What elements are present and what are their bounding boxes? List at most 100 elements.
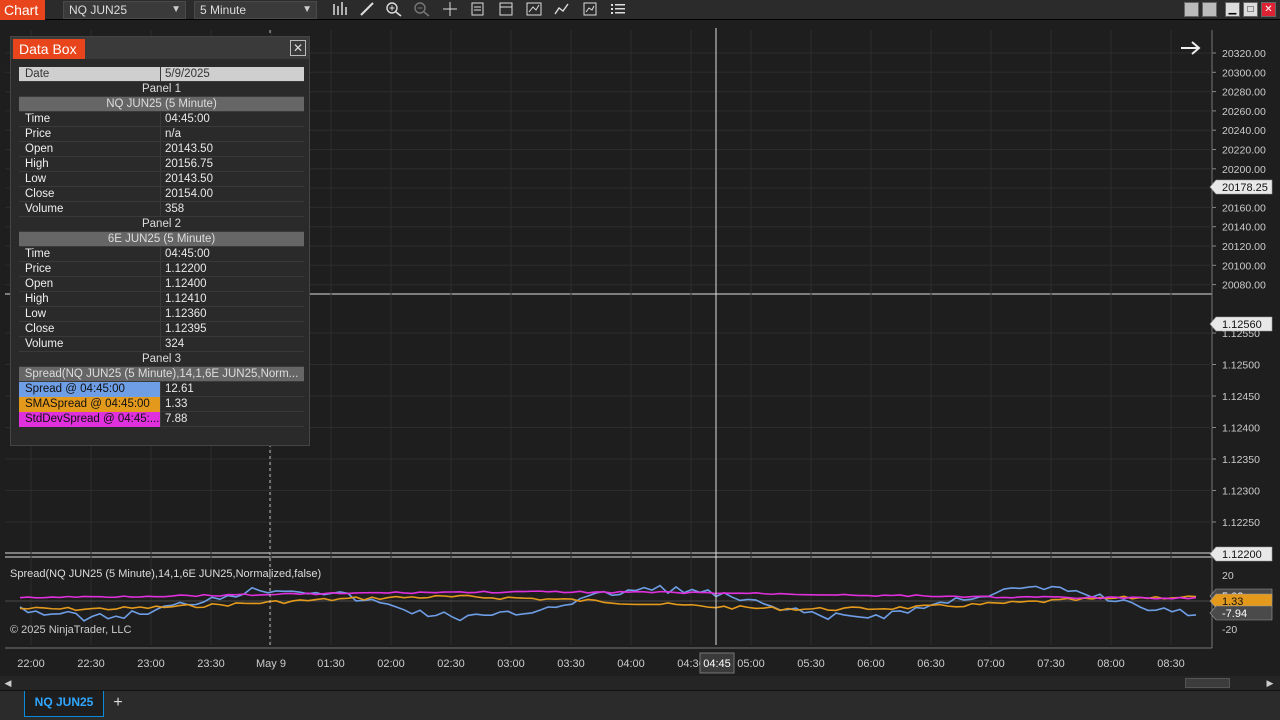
draw-tool-icon[interactable] xyxy=(357,1,377,19)
time-tick-label: 08:00 xyxy=(1097,658,1125,670)
close-icon[interactable]: ✕ xyxy=(290,40,306,56)
chart-window: Chart NQ JUN25 ▼ 5 Minute ▼ ▁ □ ✕ 22:00 22:… xyxy=(0,0,1280,720)
time-tick-label: 02:00 xyxy=(377,658,405,670)
data-row-value: 20154.00 xyxy=(165,188,213,200)
more-icon[interactable] xyxy=(608,1,628,19)
close-icon[interactable]: ✕ xyxy=(1261,2,1276,17)
indicator-label: Spread(NQ JUN25 (5 Minute),14,1,6E JUN25… xyxy=(10,568,321,580)
data-box-header[interactable]: Data Box ✕ xyxy=(11,37,309,59)
date-row: Date 5/9/2025 xyxy=(19,67,304,82)
interval-selector[interactable]: 5 Minute ▼ xyxy=(194,1,317,19)
price-tick-label: 20200.00 xyxy=(1222,164,1266,176)
data-row-value: 20143.50 xyxy=(165,143,213,155)
instrument-heading: NQ JUN25 (5 Minute) xyxy=(19,97,304,112)
data-row-label: Time xyxy=(19,247,161,262)
data-row-label: Volume xyxy=(19,202,161,217)
data-row-value: 20156.75 xyxy=(165,158,213,170)
data-row: Price n/a xyxy=(19,127,304,142)
restore-icon[interactable] xyxy=(1184,2,1199,17)
indicator-row-value: 1.33 xyxy=(165,398,188,410)
time-tick-label: 01:30 xyxy=(317,658,345,670)
data-row-value: 04:45:00 xyxy=(165,113,210,125)
properties-icon[interactable] xyxy=(468,1,488,19)
data-row-value: 1.12360 xyxy=(165,308,207,320)
instrument-heading: 6E JUN25 (5 Minute) xyxy=(19,232,304,247)
data-row-label: Close xyxy=(19,187,161,202)
bar-style-icon[interactable] xyxy=(330,1,350,19)
data-box-title: Data Box xyxy=(13,39,85,59)
scroll-thumb[interactable] xyxy=(1185,678,1230,688)
panel-heading: Panel 3 xyxy=(19,352,304,367)
horizontal-scrollbar[interactable]: ◀ ▶ xyxy=(0,676,1280,690)
instrument-value: NQ JUN25 xyxy=(69,3,128,17)
price-tick-label: 1.12500 xyxy=(1222,360,1260,372)
data-series-icon[interactable] xyxy=(580,1,600,19)
price-tick-label: 1.12350 xyxy=(1222,454,1260,466)
time-tick-label: 08:30 xyxy=(1157,658,1185,670)
time-tick-label: 07:30 xyxy=(1037,658,1065,670)
price-tick-label: 1.12450 xyxy=(1222,391,1260,403)
data-row-label: Close xyxy=(19,322,161,337)
chevron-down-icon: ▼ xyxy=(171,4,181,15)
time-tick-label: 02:30 xyxy=(437,658,465,670)
price-tick-label: 1.12300 xyxy=(1222,486,1260,498)
time-tick-label: May 9 xyxy=(256,658,286,670)
interval-value: 5 Minute xyxy=(200,3,247,17)
minimize-icon[interactable]: ▁ xyxy=(1225,2,1240,17)
date-row-label: Date xyxy=(19,67,161,82)
indicator-panel[interactable]: Spread(NQ JUN25 (5 Minute),14,1,6E JUN25… xyxy=(10,568,1197,636)
add-tab-button[interactable]: + xyxy=(110,693,126,713)
zoom-in-icon[interactable] xyxy=(384,1,404,19)
data-row-value: 04:45:00 xyxy=(165,248,210,260)
tab-nq-jun25[interactable]: NQ JUN25 xyxy=(24,691,104,717)
data-row: Open 20143.50 xyxy=(19,142,304,157)
strategies-icon[interactable] xyxy=(524,1,544,19)
indicators-icon[interactable] xyxy=(552,1,572,19)
indicator-row-label: StdDevSpread @ 04:45:... xyxy=(19,412,161,427)
data-row: High 20156.75 xyxy=(19,157,304,172)
data-box-window[interactable]: Data Box ✕ Date 5/9/2025 Panel 1 NQ JUN25 (… xyxy=(10,36,310,446)
templates-icon[interactable] xyxy=(496,1,516,19)
zoom-out-icon[interactable] xyxy=(412,1,432,19)
time-tick-label: 23:00 xyxy=(137,658,165,670)
indicator-row: SMASpread @ 04:45:00 1.33 xyxy=(19,397,304,412)
price-tick-label: 20120.00 xyxy=(1222,241,1266,253)
time-tick-label: 22:00 xyxy=(17,658,45,670)
crosshair-icon[interactable] xyxy=(440,1,460,19)
maximize-alt-icon[interactable] xyxy=(1202,2,1217,17)
time-tick-label: 05:30 xyxy=(797,658,825,670)
data-row-label: Open xyxy=(19,142,161,157)
stddev-spread-line xyxy=(19,590,1197,600)
indicator-row-value: 12.61 xyxy=(165,383,194,395)
maximize-icon[interactable]: □ xyxy=(1243,2,1258,17)
data-row: Low 1.12360 xyxy=(19,307,304,322)
data-row-value: 1.12395 xyxy=(165,323,207,335)
data-row-value: 324 xyxy=(165,338,185,350)
data-row-label: High xyxy=(19,157,161,172)
time-tick-label: 03:00 xyxy=(497,658,525,670)
data-row-value: 1.12410 xyxy=(165,293,207,305)
data-row: Time 04:45:00 xyxy=(19,112,304,127)
price-tick-label: 20220.00 xyxy=(1222,145,1266,157)
data-row-value: 1.12200 xyxy=(165,263,207,275)
data-row-label: High xyxy=(19,292,161,307)
indicator-row-label: SMASpread @ 04:45:00 xyxy=(19,397,161,412)
data-row: Time 04:45:00 xyxy=(19,247,304,262)
price-tick-label: 20280.00 xyxy=(1222,87,1266,99)
instrument-heading: Spread(NQ JUN25 (5 Minute),14,1,6E JUN25… xyxy=(19,367,304,382)
app-title: Chart xyxy=(0,0,45,20)
indicator-row-value: 7.88 xyxy=(165,413,188,425)
price-tick-label: 20260.00 xyxy=(1222,106,1266,118)
data-row-label: Low xyxy=(19,307,161,322)
scroll-right-icon[interactable]: ▶ xyxy=(1264,676,1276,690)
chart-overlay: 04:4520178.251.125601.122005.031.33-7.94 xyxy=(269,28,1273,674)
arrow-right-icon[interactable] xyxy=(1181,41,1201,55)
instrument-selector[interactable]: NQ JUN25 ▼ xyxy=(63,1,186,19)
panel-heading: Panel 2 xyxy=(19,217,304,232)
time-tick-label: 22:30 xyxy=(77,658,105,670)
data-row: Volume 324 xyxy=(19,337,304,352)
data-row-label: Time xyxy=(19,112,161,127)
scroll-left-icon[interactable]: ◀ xyxy=(2,676,14,690)
toolbar: Chart NQ JUN25 ▼ 5 Minute ▼ ▁ □ ✕ xyxy=(0,0,1280,20)
data-row-value: n/a xyxy=(165,128,181,140)
